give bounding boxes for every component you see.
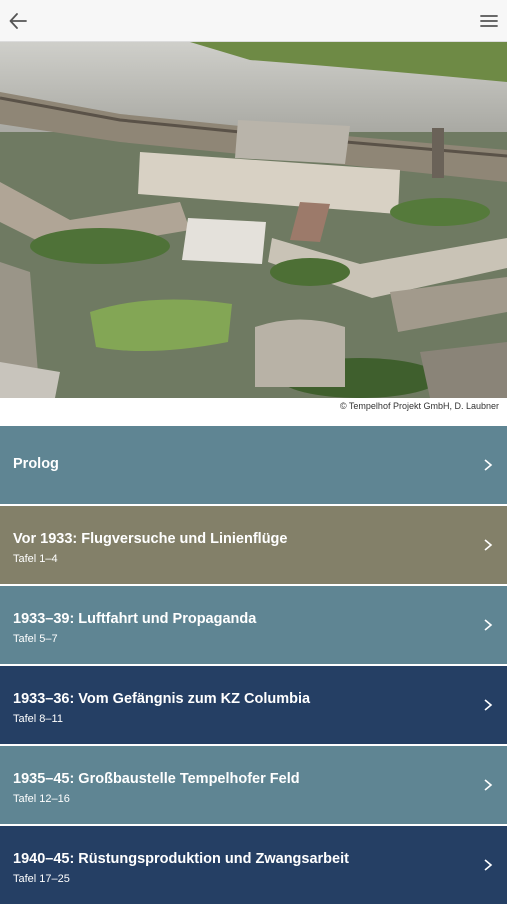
section-item-vor-1933[interactable]: Vor 1933: Flugversuche und Linienflüge T… (0, 504, 507, 584)
section-item-prolog[interactable]: Prolog (0, 424, 507, 504)
back-button[interactable] (6, 9, 30, 33)
photo-credit-text: © Tempelhof Projekt GmbH, D. Laubner (339, 401, 499, 411)
chevron-right-icon (484, 779, 493, 791)
chevron-right-icon (484, 459, 493, 471)
section-subtitle: Tafel 17–25 (13, 873, 70, 885)
section-title: 1935–45: Großbaustelle Tempelhofer Feld (13, 771, 300, 787)
section-title: 1940–45: Rüstungsproduktion und Zwangsar… (13, 851, 349, 867)
section-subtitle: Tafel 8–11 (13, 713, 63, 725)
section-title: 1933–36: Vom Gefängnis zum KZ Columbia (13, 691, 311, 707)
menu-button[interactable] (477, 9, 501, 33)
section-item-1933-36[interactable]: 1933–36: Vom Gefängnis zum KZ Columbia T… (0, 664, 507, 744)
chevron-right-icon (484, 699, 493, 711)
section-subtitle: Tafel 1–4 (13, 553, 58, 565)
section-title: Prolog (13, 456, 59, 472)
chevron-right-icon (484, 859, 493, 871)
section-title: Vor 1933: Flugversuche und Linienflüge (13, 531, 288, 547)
photo-credit: © Tempelhof Projekt GmbH, D. Laubner (0, 398, 507, 424)
section-item-1940-45[interactable]: 1940–45: Rüstungsproduktion und Zwangsar… (0, 824, 507, 904)
section-title: 1933–39: Luftfahrt und Propaganda (13, 611, 257, 627)
section-item-1935-45[interactable]: 1935–45: Großbaustelle Tempelhofer Feld … (0, 744, 507, 824)
section-subtitle: Tafel 12–16 (13, 793, 70, 805)
hamburger-menu-icon (480, 15, 498, 27)
top-bar (0, 0, 507, 42)
section-item-1933-39[interactable]: 1933–39: Luftfahrt und Propaganda Tafel … (0, 584, 507, 664)
chevron-right-icon (484, 539, 493, 551)
chevron-right-icon (484, 619, 493, 631)
section-subtitle: Tafel 5–7 (13, 633, 58, 645)
section-list: Prolog Vor 1933: Flugversuche und Linien… (0, 424, 507, 904)
arrow-left-icon (9, 13, 27, 29)
hero-aerial-photo (0, 42, 507, 398)
